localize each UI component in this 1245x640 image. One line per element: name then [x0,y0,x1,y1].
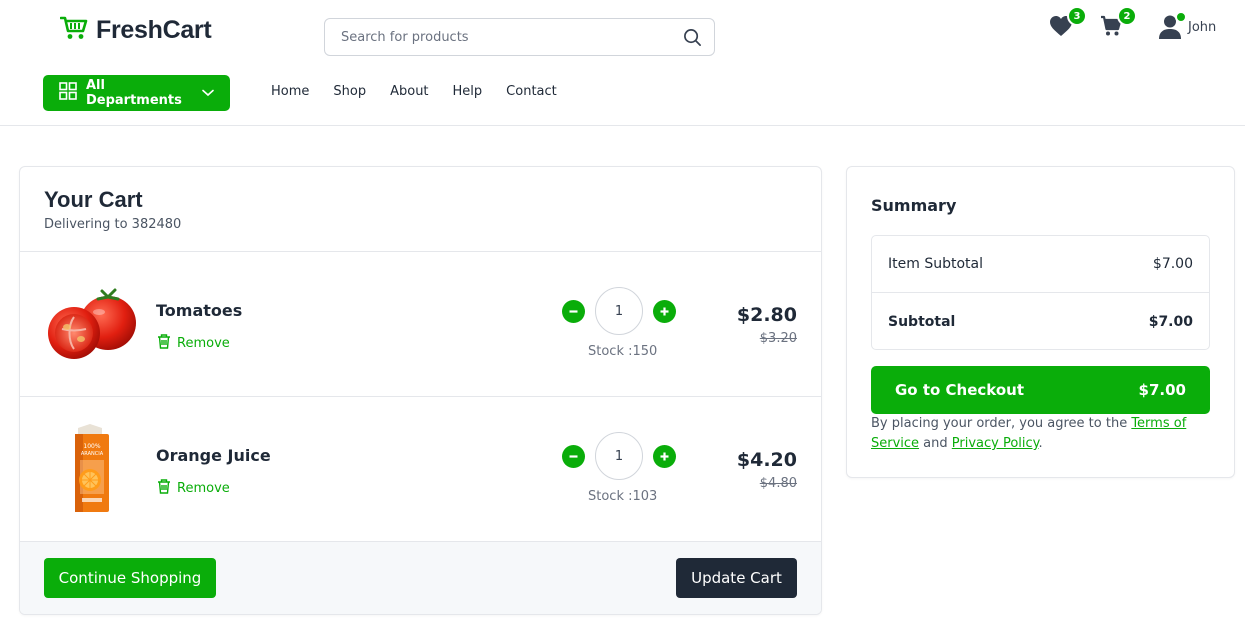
nav-about[interactable]: About [390,84,428,99]
terms-middle: and [919,436,952,451]
continue-shopping-button[interactable]: Continue Shopping [44,558,216,598]
item-name: Tomatoes [156,301,243,320]
update-cart-button[interactable]: Update Cart [676,558,797,598]
subtotal-value: $7.00 [1148,313,1193,330]
user-avatar-icon [1158,11,1187,40]
terms-notice: By placing your order, you agree to the … [871,414,1211,454]
subtotal-label: Subtotal [888,313,956,330]
search-bar [324,18,715,56]
online-status-dot [1175,11,1187,23]
search-input[interactable] [341,29,682,45]
item-subtotal-label: Item Subtotal [888,256,983,272]
item-name: Orange Juice [156,446,271,465]
cart-panel: Your Cart Delivering to 382480 Tomatoes … [19,166,822,615]
remove-label: Remove [177,336,230,351]
checkout-total: $7.00 [1138,381,1186,399]
terms-suffix: . [1038,436,1043,451]
brand-name: FreshCart [96,15,212,44]
item-price: $4.20 [736,449,797,471]
cart-logo-icon [59,15,88,45]
quantity-value[interactable]: 1 [595,287,643,335]
plus-icon[interactable] [653,299,676,323]
item-subtotal-row: Item Subtotal $7.00 [872,236,1209,293]
summary-table: Item Subtotal $7.00 Subtotal $7.00 [871,235,1210,350]
wishlist-button[interactable]: 3 [1047,6,1087,42]
brand-logo[interactable]: FreshCart [59,14,212,46]
main-nav: Home Shop About Help Contact [271,84,557,99]
search-icon[interactable] [682,27,702,47]
terms-prefix: By placing your order, you agree to the [871,416,1132,431]
wishlist-count-badge: 3 [1067,6,1087,26]
nav-help[interactable]: Help [453,84,483,99]
user-menu[interactable]: John [1158,11,1217,40]
delivery-info: Delivering to 382480 [44,217,182,232]
remove-button[interactable]: Remove [157,479,230,498]
item-subtotal-value: $7.00 [1152,256,1193,272]
stock-label: Stock :103 [588,489,658,504]
plus-icon[interactable] [653,444,676,468]
checkout-button[interactable]: Go to Checkout $7.00 [871,366,1210,414]
order-summary: Summary Item Subtotal $7.00 Subtotal $7.… [846,166,1235,478]
svg-text:ARANCIA: ARANCIA [81,451,104,457]
tomato-image [44,277,139,372]
grid-icon [59,82,77,104]
cart-footer: Continue Shopping Update Cart [20,542,821,614]
user-name: John [1188,19,1217,35]
item-price: $2.80 [736,304,797,326]
chevron-down-icon [202,86,214,101]
header-divider [0,125,1245,126]
cart-button[interactable]: 2 [1097,6,1137,42]
cart-title: Your Cart [44,187,143,212]
minus-icon[interactable] [562,444,585,468]
quantity-value[interactable]: 1 [595,432,643,480]
nav-shop[interactable]: Shop [333,84,366,99]
quantity-stepper: 1 [562,287,676,335]
nav-home[interactable]: Home [271,84,309,99]
minus-icon[interactable] [562,299,585,323]
svg-text:100%: 100% [83,443,100,450]
cart-header: Your Cart Delivering to 382480 [20,167,821,252]
stock-label: Stock :150 [588,344,658,359]
subtotal-row: Subtotal $7.00 [872,293,1209,350]
cart-item: 100% ARANCIA Orange Juice Remove 1 Stock… [20,397,821,542]
nav-contact[interactable]: Contact [506,84,557,99]
departments-label: All Departments [86,78,182,108]
item-old-price: $4.80 [759,476,797,491]
cart-item: Tomatoes Remove 1 Stock :150 $2.80 $3.20 [20,252,821,397]
summary-title: Summary [871,196,957,215]
all-departments-button[interactable]: All Departments [43,75,230,111]
trash-icon [157,479,171,498]
remove-label: Remove [177,481,230,496]
checkout-label: Go to Checkout [895,381,1025,399]
item-old-price: $3.20 [759,331,797,346]
remove-button[interactable]: Remove [157,334,230,353]
trash-icon [157,334,171,353]
orange-juice-image: 100% ARANCIA [44,422,139,517]
privacy-policy-link[interactable]: Privacy Policy [952,436,1039,451]
quantity-stepper: 1 [562,432,676,480]
cart-count-badge: 2 [1117,6,1137,26]
